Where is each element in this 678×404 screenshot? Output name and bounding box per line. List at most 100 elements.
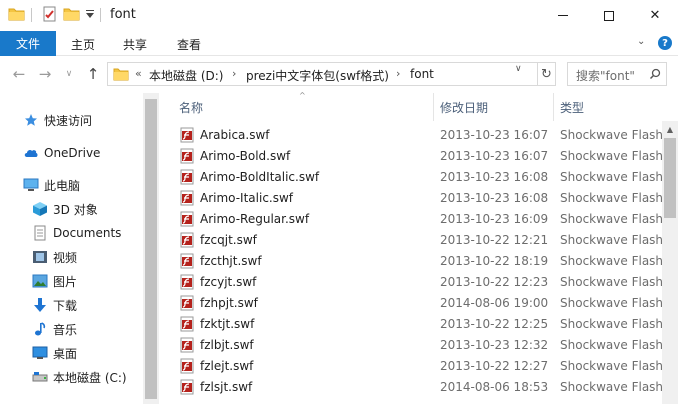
- file-type: Shockwave Flash...: [560, 149, 675, 163]
- address-bar[interactable]: « 本地磁盘 (D:) › prezi中文字体包(swf格式) › font: [107, 62, 556, 86]
- properties-icon[interactable]: [42, 6, 58, 24]
- nav-scrollbar-thumb[interactable]: [145, 99, 157, 399]
- up-button[interactable]: ↑: [84, 64, 102, 84]
- video-icon: [32, 249, 48, 265]
- file-date: 2013-10-22 12:25: [440, 317, 549, 331]
- file-name: fzlsjt.swf: [200, 380, 253, 394]
- scroll-up-icon[interactable]: ▲: [662, 121, 678, 137]
- breadcrumb-folder[interactable]: prezi中文字体包(swf格式): [246, 67, 389, 84]
- file-list-scrollbar[interactable]: ▲: [662, 121, 678, 404]
- nav-label: 快速访问: [44, 113, 93, 128]
- desktop-icon: [32, 345, 48, 361]
- nav-label: 图片: [53, 274, 78, 289]
- file-name: fzcyjt.swf: [200, 275, 257, 289]
- nav-scrollbar[interactable]: [143, 93, 159, 404]
- swf-file-icon: [179, 337, 195, 353]
- recent-locations-button[interactable]: ∨: [62, 64, 76, 84]
- swf-file-icon: [179, 358, 195, 374]
- cloud-icon: [23, 145, 39, 161]
- minimize-icon: [558, 15, 568, 16]
- tab-file[interactable]: 文件: [0, 31, 56, 56]
- file-date: 2013-10-23 16:08: [440, 191, 549, 205]
- breadcrumb-drive[interactable]: 本地磁盘 (D:): [149, 67, 223, 84]
- table-row[interactable]: fzktjt.swf 2013-10-22 12:25 Shockwave Flas…: [177, 314, 674, 335]
- new-folder-icon[interactable]: [63, 6, 81, 24]
- breadcrumb-current[interactable]: font: [410, 67, 434, 81]
- table-row[interactable]: Arimo-Italic.swf 2013-10-23 16:08 Shockwav…: [177, 188, 674, 209]
- table-row[interactable]: fzlejt.swf 2013-10-22 12:27 Shockwave Flas…: [177, 356, 674, 377]
- expand-ribbon-icon[interactable]: ⌄: [637, 36, 651, 50]
- file-name: Arimo-Regular.swf: [200, 212, 310, 226]
- tab-view[interactable]: 查看: [177, 36, 201, 53]
- column-header-type[interactable]: 类型: [560, 93, 584, 121]
- address-dropdown[interactable]: [508, 62, 538, 86]
- file-type: Shockwave Flash...: [560, 191, 675, 205]
- quick-access-divider: [31, 8, 32, 22]
- nav-label: 下载: [53, 298, 78, 313]
- back-button[interactable]: ←: [10, 64, 28, 84]
- customize-quick-access-icon[interactable]: [86, 13, 94, 18]
- refresh-button[interactable]: ↻: [538, 62, 556, 86]
- table-row[interactable]: fzcthjt.swf 2013-10-22 18:19 Shockwave Fla…: [177, 251, 674, 272]
- nav-label: 桌面: [53, 346, 78, 361]
- file-date: 2013-10-23 16:07: [440, 128, 549, 142]
- folder-icon[interactable]: [8, 6, 26, 24]
- minimize-button[interactable]: [540, 0, 586, 31]
- document-icon: [32, 225, 48, 241]
- table-row[interactable]: fzlbjt.swf 2013-10-23 12:32 Shockwave Flas…: [177, 335, 674, 356]
- file-date: 2013-10-22 12:27: [440, 359, 549, 373]
- swf-file-icon: [179, 148, 195, 164]
- table-row[interactable]: fzlsjt.swf 2014-08-06 18:53 Shockwave Flas…: [177, 377, 674, 398]
- table-row[interactable]: fzcyjt.swf 2013-10-22 12:23 Shockwave Flas…: [177, 272, 674, 293]
- tab-home[interactable]: 主页: [71, 36, 95, 53]
- tab-share[interactable]: 共享: [123, 36, 147, 53]
- close-button[interactable]: ✕: [632, 0, 678, 31]
- file-type: Shockwave Flash...: [560, 338, 675, 352]
- file-name: fzcthjt.swf: [200, 254, 262, 268]
- column-divider[interactable]: [433, 93, 434, 121]
- file-date: 2013-10-22 12:21: [440, 233, 549, 247]
- search-box[interactable]: 搜索"font": [567, 62, 667, 86]
- file-date: 2013-10-23 16:09: [440, 212, 549, 226]
- file-name: fzlbjt.swf: [200, 338, 254, 352]
- table-row[interactable]: Arimo-Regular.swf 2013-10-23 16:09 Shockwa…: [177, 209, 674, 230]
- file-type: Shockwave Flash...: [560, 212, 675, 226]
- cube-icon: [32, 201, 48, 217]
- swf-file-icon: [179, 295, 195, 311]
- overflow-chevron-icon[interactable]: «: [135, 67, 142, 80]
- table-row[interactable]: Arabica.swf 2013-10-23 16:07 Shockwave Fla…: [177, 125, 674, 146]
- column-divider[interactable]: [553, 93, 554, 121]
- drive-icon: [32, 369, 48, 385]
- chevron-right-icon[interactable]: ›: [396, 67, 400, 80]
- ribbon: 文件 主页 共享 查看 ⌄ ?: [0, 31, 678, 56]
- nav-label: OneDrive: [44, 146, 101, 160]
- swf-file-icon: [179, 379, 195, 395]
- star-icon: [23, 112, 39, 128]
- table-row[interactable]: fzhpjt.swf 2014-08-06 19:00 Shockwave Flas…: [177, 293, 674, 314]
- column-header-date[interactable]: 修改日期: [440, 93, 488, 121]
- table-row[interactable]: Arimo-BoldItalic.swf 2013-10-23 16:08 Shoc…: [177, 167, 674, 188]
- file-list-scrollbar-thumb[interactable]: [664, 138, 676, 218]
- chevron-right-icon[interactable]: ›: [232, 67, 236, 80]
- swf-file-icon: [179, 169, 195, 185]
- sort-ascending-icon: ^: [299, 91, 306, 100]
- file-type: Shockwave Flash...: [560, 233, 675, 247]
- file-list: ^ 名称 修改日期 类型 Arabica.swf 2013-10-23 16:07…: [159, 91, 678, 404]
- file-date: 2013-10-22 18:19: [440, 254, 549, 268]
- window-title: font: [110, 7, 136, 22]
- table-row[interactable]: fzcqjt.swf 2013-10-22 12:21 Shockwave Flas…: [177, 230, 674, 251]
- column-header-name[interactable]: 名称: [179, 93, 203, 121]
- help-icon[interactable]: ?: [658, 36, 672, 50]
- file-type: Shockwave Flash...: [560, 317, 675, 331]
- file-type: Shockwave Flash...: [560, 296, 675, 310]
- computer-icon: [23, 177, 39, 193]
- swf-file-icon: [179, 232, 195, 248]
- forward-button[interactable]: →: [36, 64, 54, 84]
- chevron-down-icon[interactable]: ∨: [515, 64, 522, 74]
- file-type: Shockwave Flash...: [560, 254, 675, 268]
- maximize-icon: [604, 10, 614, 21]
- maximize-button[interactable]: [586, 0, 632, 31]
- file-name: Arabica.swf: [200, 128, 270, 142]
- table-row[interactable]: Arimo-Bold.swf 2013-10-23 16:07 Shockwave …: [177, 146, 674, 167]
- title-divider: [100, 8, 101, 22]
